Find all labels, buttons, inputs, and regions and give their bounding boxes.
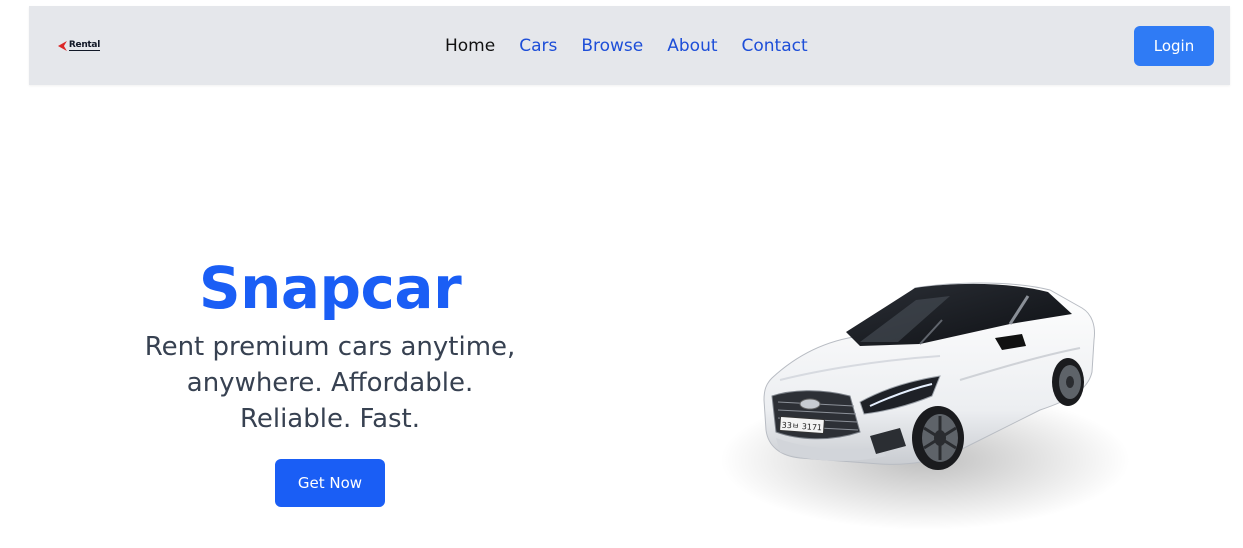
login-button[interactable]: Login bbox=[1134, 26, 1214, 66]
logo-text: Rental bbox=[68, 40, 100, 51]
logo-icon bbox=[57, 41, 67, 51]
nav-link-about[interactable]: About bbox=[667, 34, 717, 58]
hero-subtitle: Rent premium cars anytime, anywhere. Aff… bbox=[144, 332, 516, 434]
navbar: Rental Home Cars Browse About Contact Lo… bbox=[29, 6, 1230, 85]
car-image-icon: 33ㅂ 3171 bbox=[720, 282, 1130, 530]
hero-title: Snapcar bbox=[198, 254, 462, 322]
main-nav: Home Cars Browse About Contact bbox=[445, 34, 808, 58]
logo[interactable]: Rental bbox=[56, 37, 100, 55]
hero-section: Snapcar Rent premium cars anytime, anywh… bbox=[100, 253, 560, 507]
hero-car-image: 33ㅂ 3171 bbox=[710, 260, 1140, 530]
get-now-button[interactable]: Get Now bbox=[275, 459, 385, 507]
nav-link-browse[interactable]: Browse bbox=[581, 34, 643, 58]
nav-link-cars[interactable]: Cars bbox=[519, 34, 557, 58]
nav-link-contact[interactable]: Contact bbox=[742, 34, 808, 58]
nav-link-home[interactable]: Home bbox=[445, 34, 495, 58]
